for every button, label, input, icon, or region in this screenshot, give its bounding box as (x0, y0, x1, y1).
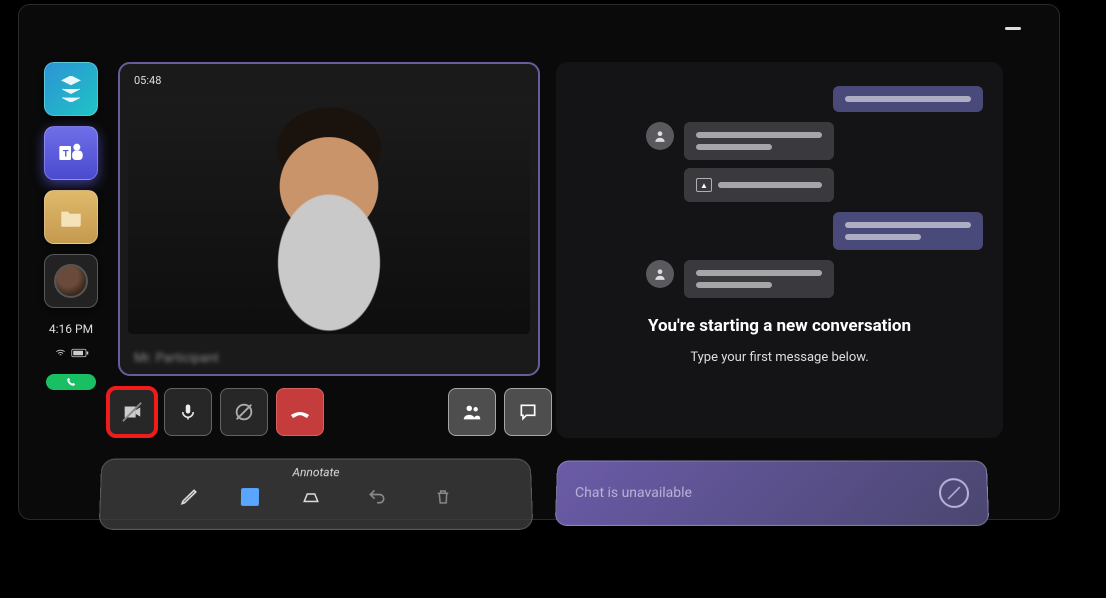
chat-heading: You're starting a new conversation (576, 316, 983, 336)
sample-bubble (684, 122, 834, 160)
hangup-button[interactable] (276, 388, 324, 436)
sidebar-app-contact[interactable] (44, 254, 98, 308)
system-clock: 4:16 PM (49, 322, 93, 336)
camera-off-icon (121, 401, 143, 423)
image-icon: ▲ (696, 178, 712, 192)
sample-bubble (833, 212, 983, 250)
annotate-marker-button[interactable] (241, 488, 259, 506)
annotate-pen-button[interactable] (175, 483, 204, 511)
sample-bubble (833, 86, 983, 112)
app-sidebar: T 4:16 PM (42, 62, 100, 390)
battery-icon (71, 348, 89, 358)
pen-icon (179, 487, 199, 507)
minimize-button[interactable] (1005, 27, 1021, 30)
undo-icon (367, 487, 387, 507)
avatar-icon (646, 122, 674, 150)
chat-toggle-button[interactable] (504, 388, 552, 436)
annotate-title: Annotate (102, 465, 531, 479)
remote-participant-video (128, 96, 530, 334)
annotate-delete-button[interactable] (429, 483, 458, 511)
sidebar-app-teams[interactable]: T (44, 126, 98, 180)
call-controls (108, 388, 552, 436)
sidebar-app-system[interactable] (44, 62, 98, 116)
background-blur-button[interactable] (220, 388, 268, 436)
annotate-toolbar: Annotate (99, 459, 534, 530)
chat-input-placeholder: Chat is unavailable (575, 485, 692, 501)
sidebar-app-files[interactable] (44, 190, 98, 244)
chat-subheading: Type your first message below. (576, 350, 983, 365)
send-disabled-icon (945, 484, 964, 502)
mic-toggle-button[interactable] (164, 388, 212, 436)
svg-text:T: T (63, 149, 69, 160)
ongoing-call-badge[interactable] (46, 374, 96, 390)
call-timer: 05:48 (134, 74, 161, 87)
chat-input-bar: Chat is unavailable (555, 461, 989, 526)
hangup-icon (288, 400, 312, 424)
sample-bubble (684, 260, 834, 298)
video-feed: 05:48 Mr. Participant (118, 62, 540, 376)
participant-name-label: Mr. Participant (120, 342, 538, 374)
chat-placeholder-illustration: ▲ (576, 86, 983, 298)
blur-off-icon (233, 401, 255, 423)
annotate-undo-button[interactable] (363, 483, 391, 511)
people-icon (461, 401, 483, 423)
mic-icon (179, 401, 197, 423)
people-button[interactable] (448, 388, 496, 436)
camera-toggle-button[interactable] (108, 388, 156, 436)
system-status-icons (54, 348, 89, 358)
phone-icon (66, 377, 76, 387)
contact-avatar-icon (54, 264, 88, 298)
sample-bubble: ▲ (684, 168, 834, 202)
chat-panel: ▲ You're starting a new conversation Typ… (556, 62, 1003, 438)
trash-icon (434, 487, 452, 507)
wifi-icon (54, 348, 67, 358)
stamp-icon (300, 488, 322, 506)
annotate-stamp-button[interactable] (297, 483, 325, 511)
chat-icon (518, 402, 538, 422)
avatar-icon (646, 260, 674, 288)
send-disabled-button (939, 478, 970, 508)
